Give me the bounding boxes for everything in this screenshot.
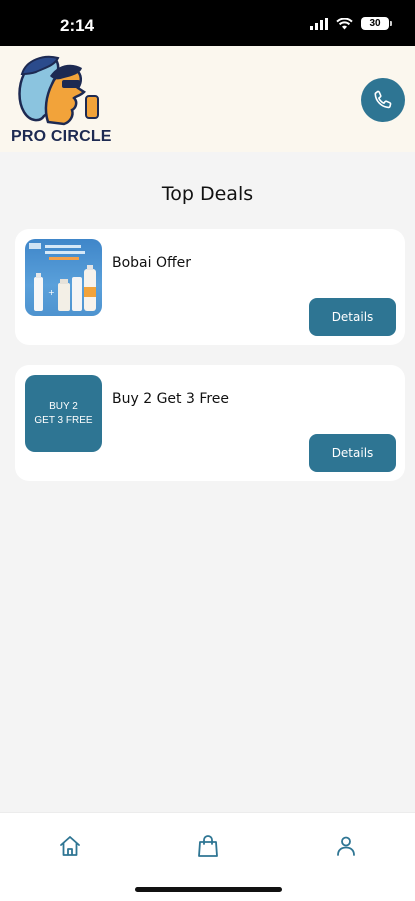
status-indicators: 30 — [310, 17, 392, 30]
nav-home[interactable] — [57, 833, 83, 859]
cellular-signal-icon — [310, 17, 328, 30]
logo-text: PRO CIRCLE — [11, 128, 112, 145]
wifi-icon — [336, 17, 353, 29]
details-button[interactable]: Details — [309, 298, 396, 336]
nav-shop[interactable] — [195, 833, 221, 859]
thumbnail-line-2: GET 3 FREE — [34, 414, 93, 426]
status-bar: 2:14 30 — [0, 0, 415, 46]
deal-thumbnail: + — [25, 239, 102, 316]
battery-level: 30 — [369, 18, 381, 29]
user-icon — [337, 836, 355, 856]
deal-title: Bobai Offer — [112, 255, 192, 271]
details-button[interactable]: Details — [309, 434, 396, 472]
home-indicator[interactable] — [135, 887, 282, 892]
logo-faces-icon — [18, 55, 99, 126]
shopping-bag-icon — [198, 835, 218, 857]
home-icon — [60, 836, 80, 856]
deal-card[interactable]: BUY 2 GET 3 FREE Buy 2 Get 3 Free Detail… — [15, 365, 405, 481]
nav-profile[interactable] — [333, 833, 359, 859]
status-time: 2:14 — [60, 16, 95, 35]
battery-icon: 30 — [361, 17, 392, 30]
phone-icon — [374, 90, 392, 109]
svg-text:+: + — [48, 288, 55, 297]
deal-card[interactable]: + Bobai Offer Details — [15, 229, 405, 345]
page-title: Top Deals — [161, 183, 254, 205]
deal-title: Buy 2 Get 3 Free — [112, 391, 230, 407]
deal-thumbnail: BUY 2 GET 3 FREE — [25, 375, 102, 452]
thumbnail-line-1: BUY 2 — [49, 400, 78, 412]
call-button[interactable] — [361, 78, 405, 122]
product-bottles-image: + — [29, 243, 96, 311]
